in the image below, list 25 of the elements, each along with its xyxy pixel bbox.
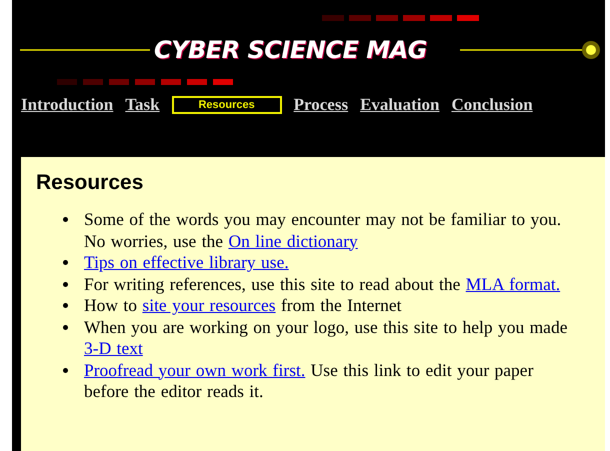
link[interactable]: Tips on effective library use. xyxy=(84,252,289,272)
bullet-icon xyxy=(63,282,68,286)
nav-link[interactable]: Process xyxy=(294,95,348,115)
bullet-icon xyxy=(63,324,68,330)
list-item-text: Some of the words you may encounter may not be familiar to you. No worries, use the On line dictionary xyxy=(84,209,562,252)
nav-link[interactable]: Introduction xyxy=(21,95,114,115)
nav-link[interactable]: Conclusion xyxy=(451,95,533,115)
list-item-text: Proofread your own work first. Use this link to edit your paper before the editor reads it. xyxy=(84,360,534,402)
bullet-icon xyxy=(63,217,68,222)
bullet-icon xyxy=(63,368,68,372)
nav-link[interactable]: Evaluation xyxy=(360,95,440,115)
section-heading: Resources xyxy=(36,171,144,195)
nav-link[interactable]: Resources xyxy=(172,96,282,114)
link[interactable]: site your resources xyxy=(142,295,276,315)
link[interactable]: 3-D text xyxy=(84,338,143,358)
list-item-text: For writing references, use this site to read about the MLA format. xyxy=(84,274,560,295)
bullet-icon xyxy=(63,303,68,308)
nav-link[interactable]: Task xyxy=(125,95,160,115)
link[interactable]: MLA format. xyxy=(466,274,560,294)
link[interactable]: On line dictionary xyxy=(228,230,358,250)
bullet-icon xyxy=(63,260,68,265)
logo-text: CYBER SCIENCE MAG xyxy=(154,37,427,63)
list-item-text: How to site your resources from the Internet xyxy=(84,295,402,316)
link[interactable]: Proofread your own work first. xyxy=(84,360,306,380)
list-item-text: When you are working on your logo, use this site to help you made 3-D text xyxy=(84,316,568,360)
